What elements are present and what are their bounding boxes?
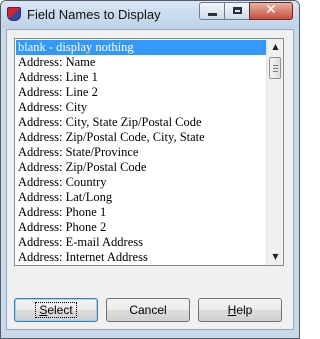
vertical-scrollbar[interactable]: ▲ ▼ bbox=[266, 39, 283, 265]
list-item[interactable]: blank - display nothing bbox=[16, 40, 266, 55]
maximize-button[interactable] bbox=[224, 2, 250, 20]
dialog-window: Field Names to Display ✕ blank - display… bbox=[0, 0, 300, 339]
list-item[interactable]: Address: Phone 2 bbox=[16, 220, 266, 235]
scroll-up-arrow-icon[interactable]: ▲ bbox=[267, 39, 283, 55]
list-item[interactable]: Address: State/Province bbox=[16, 145, 266, 160]
scroll-down-arrow-icon[interactable]: ▼ bbox=[267, 249, 283, 265]
title-bar[interactable]: Field Names to Display ✕ bbox=[1, 1, 299, 28]
list-item[interactable]: Address: Phone 1 bbox=[16, 205, 266, 220]
minimize-button[interactable] bbox=[199, 2, 225, 20]
list-item[interactable]: Address: City bbox=[16, 100, 266, 115]
list-item[interactable]: Address: Name bbox=[16, 55, 266, 70]
close-icon: ✕ bbox=[265, 2, 277, 18]
field-names-list: blank - display nothing Address: Name Addr… bbox=[16, 40, 266, 265]
maximize-icon bbox=[233, 7, 242, 14]
app-shield-icon[interactable] bbox=[7, 7, 21, 21]
list-item[interactable]: Address: Internet Address bbox=[16, 250, 266, 265]
select-label-rest: elect bbox=[47, 303, 73, 317]
list-item[interactable]: Address: E-mail Address bbox=[16, 235, 266, 250]
list-item[interactable]: Address: Line 1 bbox=[16, 70, 266, 85]
select-button[interactable]: Select bbox=[14, 298, 98, 322]
select-focus-ring: Select bbox=[35, 302, 77, 318]
scrollbar-thumb[interactable] bbox=[269, 57, 281, 79]
list-item[interactable]: Address: Line 2 bbox=[16, 85, 266, 100]
thumb-grip-line bbox=[273, 71, 278, 72]
list-item[interactable]: Address: Zip/Postal Code, City, State bbox=[16, 130, 266, 145]
minimize-icon bbox=[208, 13, 217, 16]
cancel-button[interactable]: Cancel bbox=[106, 298, 190, 322]
window-title: Field Names to Display bbox=[27, 7, 161, 22]
thumb-grip-line bbox=[273, 65, 278, 66]
close-button[interactable]: ✕ bbox=[249, 2, 293, 20]
dialog-client-area: blank - display nothing Address: Name Addr… bbox=[6, 29, 294, 330]
list-item[interactable]: Address: Zip/Postal Code bbox=[16, 160, 266, 175]
list-item[interactable]: Address: Lat/Long bbox=[16, 190, 266, 205]
field-names-listbox[interactable]: blank - display nothing Address: Name Addr… bbox=[14, 38, 284, 266]
thumb-grip-line bbox=[273, 68, 278, 69]
list-item[interactable]: Address: Country bbox=[16, 175, 266, 190]
help-button[interactable]: Help bbox=[198, 298, 282, 322]
list-item[interactable]: Address: City, State Zip/Postal Code bbox=[16, 115, 266, 130]
help-label-rest: elp bbox=[236, 303, 253, 317]
